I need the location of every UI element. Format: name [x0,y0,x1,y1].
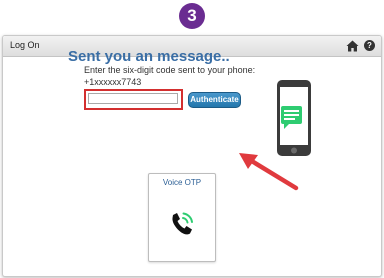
voice-otp-label: Voice OTP [162,178,202,187]
verification-code-input[interactable] [88,93,178,104]
home-icon[interactable] [346,40,359,52]
step-number-badge: 3 [179,3,205,29]
voice-otp-button[interactable]: Voice OTP [148,173,216,262]
authenticate-button[interactable]: Authenticate [188,92,241,108]
smartphone-message-icon [277,80,311,156]
help-icon[interactable]: ? [364,40,375,51]
red-arrow [239,153,299,191]
masked-phone-number: +1xxxxxx7743 [84,77,142,87]
window-title: Log On [10,40,40,50]
instructions-text: Enter the six-digit code sent to your ph… [84,65,256,75]
phone-call-icon [172,212,193,235]
page-heading: Sent you an message.. [68,48,230,65]
